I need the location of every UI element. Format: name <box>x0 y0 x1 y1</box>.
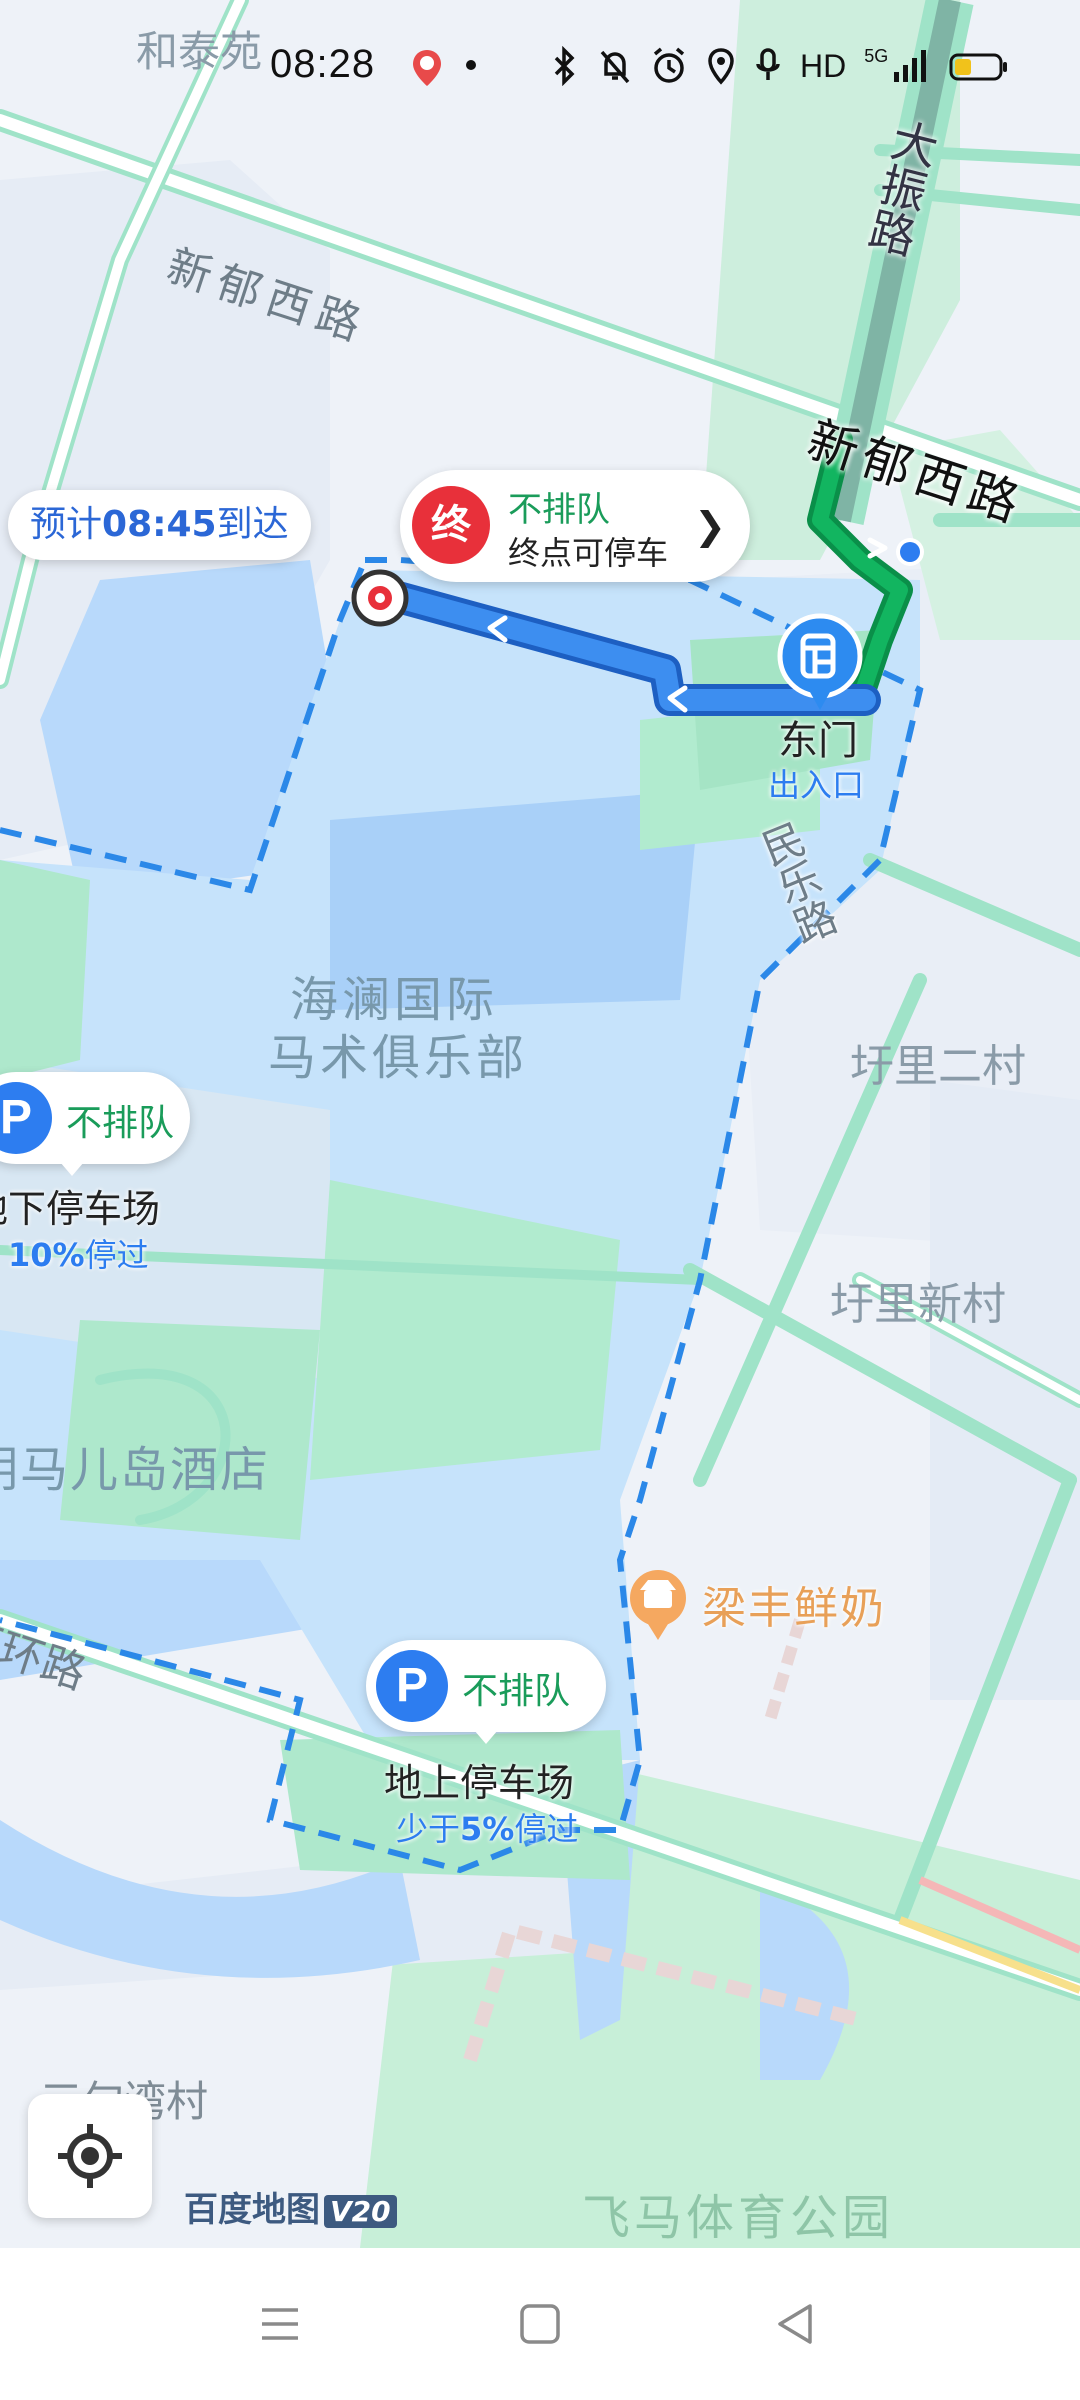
label-yuli-xincun: 圩里新村 <box>830 1279 1006 1330</box>
notification-dot-icon <box>466 60 476 70</box>
destination-status: 不排队 <box>508 490 610 530</box>
label-yuli-ercun: 圩里二村 <box>850 1041 1026 1092</box>
parking-surface-stat-prefix: 少于 <box>396 1810 461 1848</box>
brand-name: 百度地图 <box>184 2190 320 2230</box>
parking-underground-stat: 10%停过 <box>8 1230 149 1276</box>
bubble-pointer <box>474 1730 498 1744</box>
parking-surface-name: 地上停车场 <box>384 1761 575 1805</box>
system-nav-bar <box>0 2248 1080 2400</box>
parking-underground-stat-suffix: 停过 <box>84 1236 149 1274</box>
chevron-right-icon: ❯ <box>694 504 726 548</box>
alarm-icon <box>653 47 685 83</box>
brand-logo: 百度地图 V20 <box>184 2182 397 2231</box>
parking-icon: P <box>376 1650 448 1722</box>
parking-surface-bubble[interactable]: P 不排队 <box>366 1640 606 1732</box>
status-time: 08:28 <box>270 42 376 86</box>
parking-underground-name: 地下停车场 <box>0 1187 161 1231</box>
eta-chip: 预计08:45到达 <box>8 490 311 560</box>
bluetooth-icon <box>554 46 575 86</box>
back-icon[interactable] <box>766 2294 826 2354</box>
menu-icon[interactable] <box>250 2294 310 2354</box>
network-type: 5G <box>864 45 889 66</box>
destination-note: 终点可停车 <box>508 534 669 572</box>
label-east-gate-sub: 出入口 <box>768 766 865 804</box>
parking-surface-stat-suffix: 停过 <box>514 1810 579 1848</box>
brand-version: V20 <box>324 2195 397 2228</box>
signal-icon <box>894 50 927 82</box>
label-feima-park: 飞马体育公园 <box>582 2190 895 2246</box>
label-milk-shop[interactable]: 梁丰鲜奶 <box>702 1572 886 1636</box>
locate-icon <box>58 2124 122 2188</box>
destination-badge: 终 <box>412 486 490 564</box>
battery-icon <box>949 53 1008 81</box>
parking-underground-stat-value: 10% <box>8 1236 85 1274</box>
eta-suffix: 到达 <box>216 504 289 545</box>
parking-underground-status: 不排队 <box>66 1103 175 1144</box>
label-club-line2: 马术俱乐部 <box>268 1030 529 1086</box>
destination-marker[interactable] <box>351 569 409 627</box>
parking-icon: P <box>0 1082 52 1154</box>
label-hotel: 明马儿岛酒店 <box>0 1442 271 1498</box>
eta-prefix: 预计 <box>30 504 103 545</box>
mute-bell-icon <box>600 50 630 84</box>
parking-surface-stat-value: 5% <box>460 1810 515 1848</box>
parking-underground-bubble[interactable]: P 不排队 <box>0 1072 190 1164</box>
bubble-pointer <box>60 1162 84 1176</box>
parking-surface-stat: 少于5%停过 <box>396 1804 578 1850</box>
home-icon[interactable] <box>510 2294 570 2354</box>
status-bar: 08:28 HD 5G <box>0 36 1080 96</box>
destination-card[interactable]: 终 不排队 终点可停车 ❯ <box>400 470 750 582</box>
location-icon <box>708 48 734 85</box>
hd-indicator: HD <box>800 47 847 84</box>
parking-surface-status: 不排队 <box>462 1671 571 1712</box>
mic-icon <box>756 48 780 80</box>
locate-button[interactable] <box>28 2094 152 2218</box>
label-east-gate: 东门 <box>778 718 858 764</box>
app-notification-icon <box>410 48 444 97</box>
eta-time: 08:45 <box>102 504 217 545</box>
current-location-dot <box>900 542 920 562</box>
